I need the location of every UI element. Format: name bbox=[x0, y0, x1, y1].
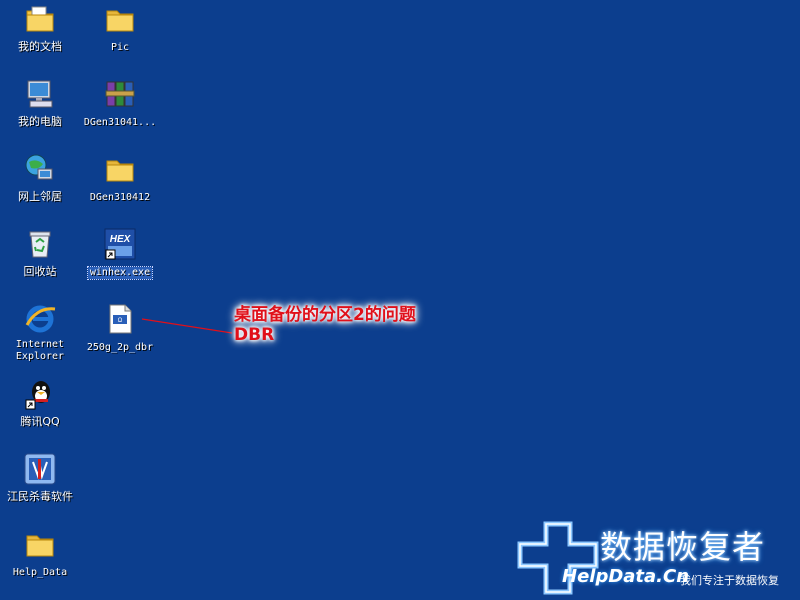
desktop-icon-label: 网上邻居 bbox=[18, 190, 62, 203]
desktop-icon-network-places[interactable]: 网上邻居 bbox=[1, 153, 79, 204]
annotation-line-1: 桌面备份的分区2的问题 bbox=[234, 305, 416, 325]
desktop-icon-label: 250g_2p_dbr bbox=[86, 342, 154, 353]
desktop-icon-jiangmin-antivirus[interactable]: 江民杀毒软件 bbox=[1, 453, 79, 504]
desktop-icon-250g-2p-dbr[interactable]: Ω 250g_2p_dbr bbox=[81, 303, 159, 354]
helpdata-logo-watermark: 数据恢复者 HelpData.Cn 我们专注于数据恢复 bbox=[516, 520, 796, 598]
desktop-icon-label: Internet Explorer bbox=[15, 339, 65, 362]
desktop-icon-label: Pic bbox=[110, 42, 130, 53]
document-file-icon: Ω bbox=[109, 304, 132, 334]
desktop-icon-label: DGen310412 bbox=[89, 192, 151, 203]
desktop-icon-recycle-bin[interactable]: 回收站 bbox=[1, 228, 79, 279]
desktop-icon-help-data[interactable]: Help_Data bbox=[1, 528, 79, 579]
desktop-icon-label: 我的文档 bbox=[18, 40, 62, 53]
qq-penguin-icon bbox=[25, 381, 50, 410]
desktop-icon-label: 腾讯QQ bbox=[20, 415, 60, 428]
recycle-bin-icon bbox=[29, 231, 51, 258]
branding-title: 数据恢复者 bbox=[600, 528, 766, 566]
desktop: 我的文档 Pic 我的电脑 DGen31041... 网上邻居 DGen3104… bbox=[0, 0, 800, 600]
desktop-icon-label: DGen31041... bbox=[83, 117, 157, 128]
svg-text:Ω: Ω bbox=[118, 318, 123, 324]
desktop-icon-label: winhex.exe bbox=[86, 266, 154, 280]
branding-slogan: 我们专注于数据恢复 bbox=[680, 574, 779, 587]
desktop-icon-my-documents[interactable]: 我的文档 bbox=[1, 3, 79, 54]
desktop-icon-label: 江民杀毒软件 bbox=[7, 490, 73, 503]
my-computer-icon bbox=[27, 80, 53, 108]
annotation-callout: 桌面备份的分区2的问题 DBR bbox=[234, 305, 416, 345]
jiangmin-antivirus-icon bbox=[24, 453, 56, 485]
desktop-icon-dgen-folder[interactable]: DGen310412 bbox=[81, 153, 159, 204]
folder-icon bbox=[26, 535, 54, 557]
desktop-icon-pic[interactable]: Pic bbox=[81, 3, 159, 54]
network-places-icon bbox=[25, 154, 53, 180]
desktop-icon-label: 回收站 bbox=[23, 265, 57, 278]
annotation-line-2: DBR bbox=[234, 325, 275, 345]
folder-icon bbox=[106, 10, 134, 32]
my-documents-icon bbox=[26, 6, 54, 32]
branding-site: HelpData.Cn bbox=[562, 566, 690, 587]
svg-text:HEX: HEX bbox=[110, 234, 132, 245]
internet-explorer-icon bbox=[25, 305, 56, 333]
winhex-icon: HEX bbox=[104, 228, 136, 260]
desktop-icon-my-computer[interactable]: 我的电脑 bbox=[1, 78, 79, 129]
desktop-icon-qq[interactable]: 腾讯QQ bbox=[1, 378, 79, 429]
winrar-archive-icon bbox=[105, 81, 135, 107]
desktop-icon-label: Help_Data bbox=[12, 567, 68, 578]
desktop-icon-label: 我的电脑 bbox=[18, 115, 62, 128]
desktop-icon-winhex[interactable]: HEX winhex.exe bbox=[81, 228, 159, 280]
desktop-icon-internet-explorer[interactable]: Internet Explorer bbox=[1, 303, 79, 363]
folder-icon bbox=[106, 160, 134, 182]
desktop-icon-dgen-archive[interactable]: DGen31041... bbox=[81, 78, 159, 129]
